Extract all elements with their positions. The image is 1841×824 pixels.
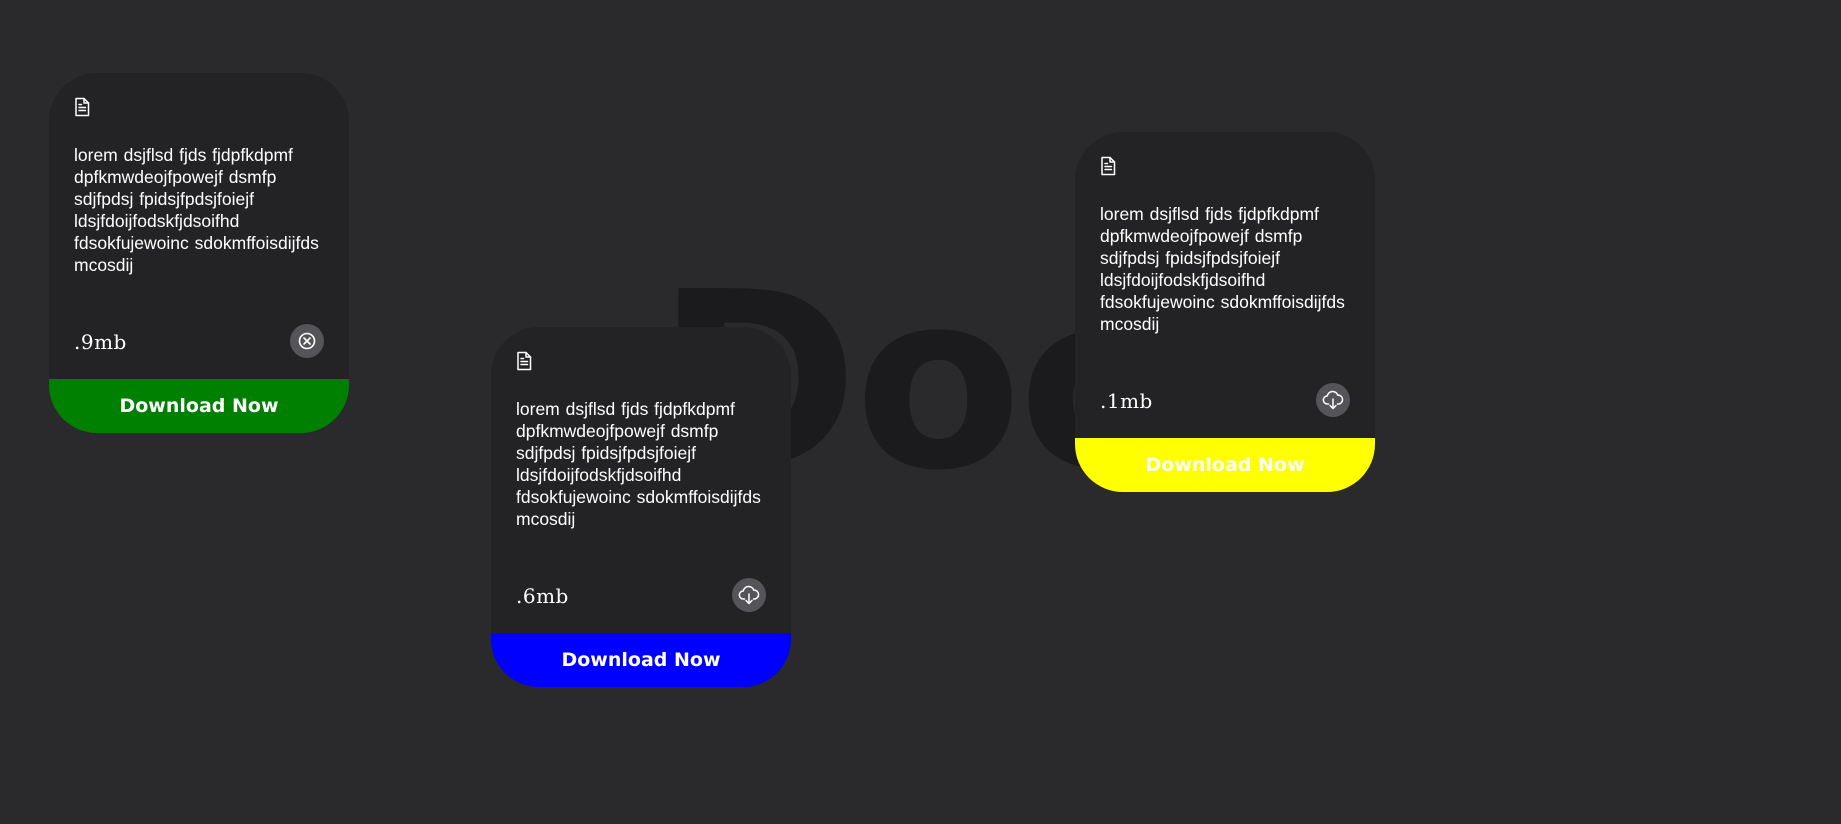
file-card: lorem dsjflsd fjds fjdpfkdpmf dpfkmwdeoj… — [1075, 132, 1375, 492]
file-size: .6mb — [516, 584, 569, 608]
document-icon — [1099, 156, 1117, 176]
download-now-button[interactable]: Download Now — [49, 379, 349, 433]
file-size: .9mb — [74, 330, 127, 354]
cloud-download-icon[interactable] — [732, 578, 766, 612]
download-now-button[interactable]: Download Now — [491, 633, 791, 687]
card-description: lorem dsjflsd fjds fjdpfkdpmf dpfkmwdeoj… — [1100, 204, 1345, 334]
file-size: .1mb — [1100, 389, 1153, 413]
cancel-icon[interactable] — [290, 324, 324, 358]
document-icon — [73, 97, 91, 117]
file-card: lorem dsjflsd fjds fjdpfkdpmf dpfkmwdeoj… — [491, 327, 791, 687]
cloud-download-icon[interactable] — [1316, 383, 1350, 417]
card-description: lorem dsjflsd fjds fjdpfkdpmf dpfkmwdeoj… — [74, 145, 319, 275]
download-now-button[interactable]: Download Now — [1075, 438, 1375, 492]
document-icon — [515, 351, 533, 371]
card-description: lorem dsjflsd fjds fjdpfkdpmf dpfkmwdeoj… — [516, 399, 761, 529]
file-card: lorem dsjflsd fjds fjdpfkdpmf dpfkmwdeoj… — [49, 73, 349, 433]
